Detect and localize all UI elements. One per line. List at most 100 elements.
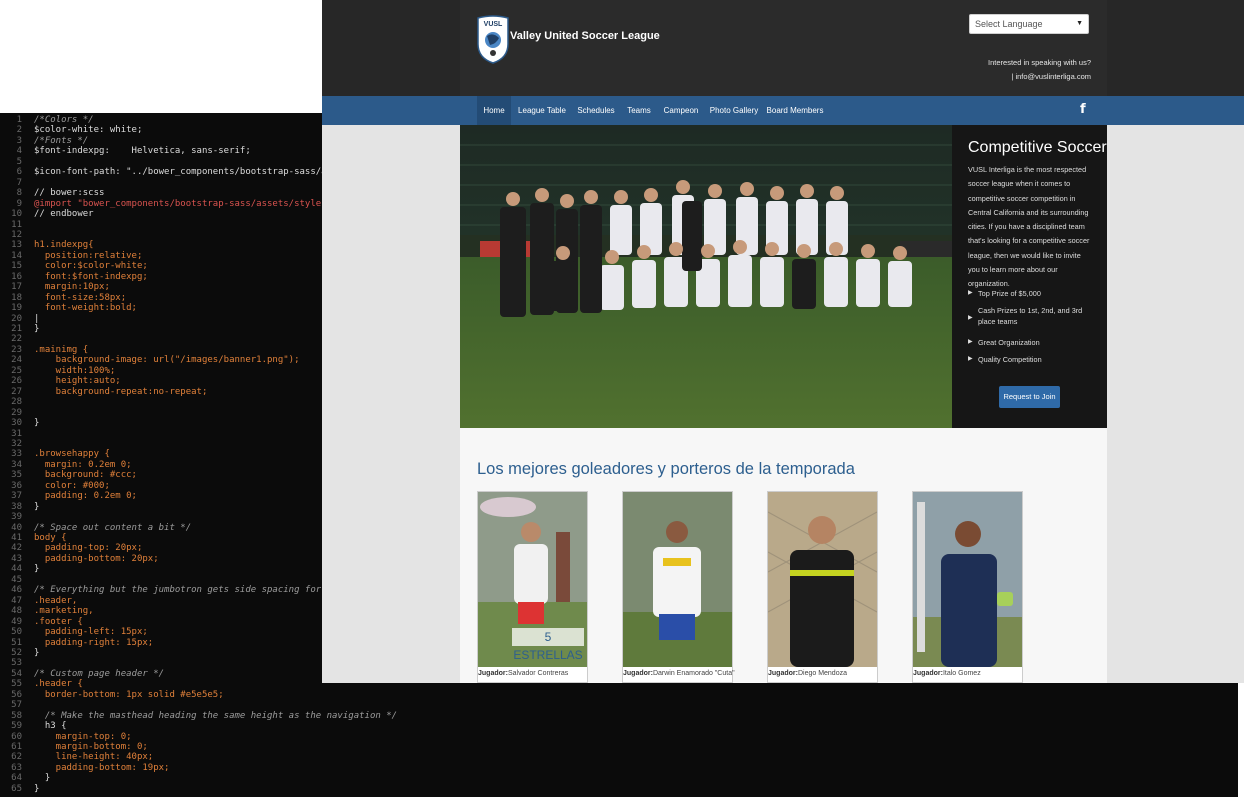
player-card[interactable]: Jugador:Diego Mendoza bbox=[767, 491, 878, 683]
triangle-right-icon: ▶ bbox=[968, 339, 973, 345]
line-number: 65 bbox=[11, 783, 22, 794]
line-number: 17 bbox=[11, 282, 22, 293]
player-card[interactable]: Jugador:Italo Gomez bbox=[912, 491, 1023, 683]
line-number: 43 bbox=[11, 553, 22, 564]
code-text: .footer { bbox=[34, 616, 83, 627]
code-text: margin-bottom: 0; bbox=[34, 742, 148, 752]
code-line[interactable]: 65} bbox=[0, 784, 1238, 795]
player-card[interactable]: 5 ESTRELLAS Jugador:Salvador Contreras bbox=[477, 491, 588, 683]
line-number: 57 bbox=[11, 700, 22, 711]
code-line[interactable]: 61 margin-bottom: 0; bbox=[0, 742, 1238, 753]
code-text: } bbox=[34, 773, 51, 784]
code-text: } bbox=[34, 418, 40, 429]
nav-item-schedules[interactable]: Schedules bbox=[573, 96, 619, 125]
line-number: 8 bbox=[16, 188, 22, 199]
team-photo bbox=[460, 125, 952, 428]
code-text: margin:10px; bbox=[34, 282, 110, 293]
chevron-down-icon: ▼ bbox=[1076, 20, 1083, 27]
code-line[interactable]: 59 h3 { bbox=[0, 721, 1238, 732]
code-text: background-repeat:no-repeat; bbox=[34, 386, 208, 397]
code-text: } bbox=[34, 501, 40, 512]
league-logo-icon[interactable]: VUSL bbox=[476, 14, 510, 64]
line-number: 34 bbox=[11, 459, 22, 470]
code-text: /* Space out content a bit */ bbox=[34, 522, 192, 533]
code-line[interactable]: 63 padding-bottom: 19px; bbox=[0, 763, 1238, 774]
language-select[interactable]: Select Language ▼ bbox=[969, 14, 1089, 34]
code-text: background-image: url("/images/banner1.p… bbox=[34, 355, 300, 366]
code-text: $font-indexpg: Helvetica, sans-serif; bbox=[34, 146, 251, 157]
line-number: 62 bbox=[11, 752, 22, 763]
hero-sidebar: Competitive Soccer VUSL Interliga is the… bbox=[952, 125, 1107, 428]
code-text: /* Custom page header */ bbox=[34, 668, 165, 679]
main-navigation: Home League Table Schedules Teams Campeo… bbox=[460, 96, 1107, 125]
code-text: height:auto; bbox=[34, 376, 121, 387]
code-line[interactable]: 56 border-bottom: 1px solid #e5e5e5; bbox=[0, 690, 1238, 701]
code-text: width:100%; bbox=[34, 365, 116, 376]
line-number: 64 bbox=[11, 773, 22, 784]
line-number: 50 bbox=[11, 627, 22, 638]
line-number: 20 bbox=[11, 313, 22, 324]
code-line[interactable]: 60 margin-top: 0; bbox=[0, 732, 1238, 743]
code-text: padding-bottom: 19px; bbox=[34, 762, 170, 773]
line-number: 41 bbox=[11, 533, 22, 543]
page-container: VUSL Valley United Soccer League Select … bbox=[460, 0, 1107, 683]
line-number: 19 bbox=[11, 303, 22, 314]
facebook-icon[interactable]: f bbox=[1080, 102, 1086, 117]
line-number: 16 bbox=[11, 271, 22, 282]
line-number: 9 bbox=[16, 198, 22, 209]
code-text: } bbox=[34, 783, 40, 794]
line-number: 6 bbox=[16, 167, 22, 178]
nav-item-board-members[interactable]: Board Members bbox=[765, 96, 825, 125]
player-caption: Jugador:Salvador Contreras bbox=[478, 670, 569, 677]
player-photo bbox=[913, 492, 1022, 667]
line-number: 28 bbox=[11, 397, 22, 408]
brand-name[interactable]: Valley United Soccer League bbox=[510, 30, 660, 42]
line-number: 37 bbox=[11, 491, 22, 502]
code-text: padding: 0.2em 0; bbox=[34, 491, 137, 502]
nav-item-league-table[interactable]: League Table bbox=[515, 96, 569, 125]
line-number: 10 bbox=[11, 209, 22, 220]
line-number: 21 bbox=[11, 324, 22, 334]
code-text: // bower:scss bbox=[34, 188, 105, 199]
line-number: 44 bbox=[11, 564, 22, 575]
code-text: font-weight:bold; bbox=[34, 303, 137, 314]
code-text: background: #ccc; bbox=[34, 470, 137, 481]
code-text: .header { bbox=[34, 679, 83, 690]
player-photo bbox=[768, 492, 877, 667]
line-number: 13 bbox=[11, 240, 22, 251]
nav-item-teams[interactable]: Teams bbox=[623, 96, 655, 125]
line-number: 42 bbox=[11, 543, 22, 554]
player-card[interactable]: Jugador:Darwin Enamorado "Cuta" bbox=[622, 491, 735, 683]
line-number: 35 bbox=[11, 470, 22, 481]
request-to-join-button[interactable]: Request to Join bbox=[999, 386, 1060, 408]
nav-item-home[interactable]: Home bbox=[477, 96, 511, 125]
code-text: .mainimg { bbox=[34, 344, 89, 355]
code-text: color: #000; bbox=[34, 480, 110, 491]
code-line[interactable]: 62 line-height: 40px; bbox=[0, 752, 1238, 763]
code-text: .header, bbox=[34, 595, 78, 606]
line-number: 22 bbox=[11, 334, 22, 345]
code-line[interactable]: 57 bbox=[0, 700, 1238, 711]
contact-email[interactable]: | info@vuslinterliga.com bbox=[1011, 72, 1091, 81]
code-line[interactable]: 58 /* Make the masthead heading the same… bbox=[0, 711, 1238, 722]
nav-item-campeon[interactable]: Campeon bbox=[659, 96, 703, 125]
line-number: 26 bbox=[11, 376, 22, 387]
nav-item-photo-gallery[interactable]: Photo Gallery bbox=[707, 96, 761, 125]
triangle-right-icon: ▶ bbox=[968, 315, 973, 321]
line-number: 32 bbox=[11, 438, 22, 449]
line-number: 55 bbox=[11, 679, 22, 690]
site-header: VUSL Valley United Soccer League Select … bbox=[460, 0, 1107, 96]
section-title: Los mejores goleadores y porteros de la … bbox=[477, 460, 855, 478]
line-number: 27 bbox=[11, 386, 22, 397]
line-number: 38 bbox=[11, 501, 22, 512]
code-text: font:$font-indexpg; bbox=[34, 271, 148, 282]
code-line[interactable]: 64 } bbox=[0, 773, 1238, 784]
line-number: 24 bbox=[11, 355, 22, 366]
line-number: 31 bbox=[11, 428, 22, 439]
line-number: 60 bbox=[11, 731, 22, 742]
line-number: 23 bbox=[11, 344, 22, 355]
line-number: 58 bbox=[11, 710, 22, 721]
contact-prompt: Interested in speaking with us? bbox=[988, 58, 1091, 67]
line-number: 30 bbox=[11, 418, 22, 429]
line-number: 18 bbox=[11, 292, 22, 303]
